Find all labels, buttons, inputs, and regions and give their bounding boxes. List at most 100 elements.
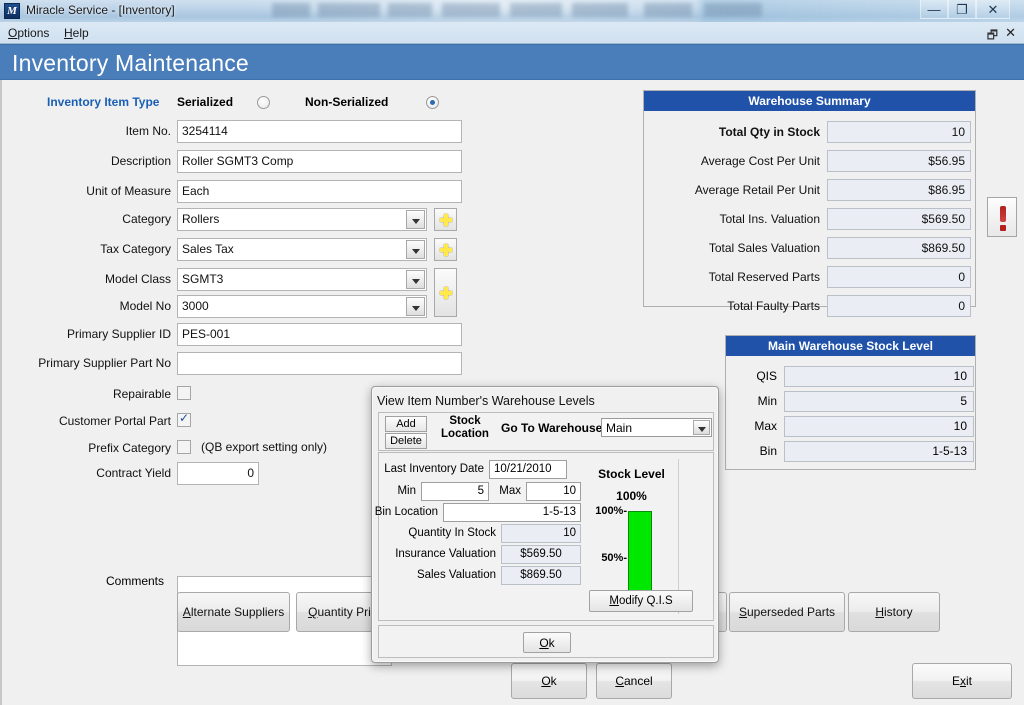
field-label: Description bbox=[110, 154, 171, 168]
checkbox-customer-portal-part[interactable] bbox=[177, 411, 191, 427]
field-label: Tax Category bbox=[100, 242, 171, 256]
field-label: Contract Yield bbox=[96, 466, 171, 480]
add-category-button[interactable] bbox=[434, 208, 457, 231]
mdi-close-icon[interactable]: ✕ bbox=[1005, 25, 1016, 41]
summary-row-reserved: Total Reserved Parts 0 bbox=[709, 266, 971, 289]
menu-bar: Options Help 🗗 ✕ bbox=[0, 22, 1024, 44]
dialog-ok-button[interactable]: Ok bbox=[523, 632, 571, 653]
tab-alternate-suppliers[interactable]: Alternate Suppliers bbox=[177, 592, 290, 632]
checkbox-repairable[interactable] bbox=[177, 386, 191, 400]
dialog-toolbar: Add Delete Stock Location Go To Warehous… bbox=[378, 412, 714, 451]
tab-superseded-parts[interactable]: Superseded Parts bbox=[729, 592, 845, 632]
summary-value: $56.95 bbox=[827, 150, 971, 172]
modal-label: Bin Location bbox=[374, 506, 438, 518]
radio-non-serialized[interactable] bbox=[426, 96, 439, 109]
modal-label: Last Inventory Date bbox=[384, 463, 484, 475]
delete-button[interactable]: Delete bbox=[385, 433, 427, 449]
modal-field-insurance-valuation: Insurance Valuation $569.50 bbox=[395, 545, 581, 565]
mw-row-qis: QIS 10 bbox=[756, 366, 974, 388]
mw-value: 10 bbox=[784, 366, 974, 387]
summary-row-faulty: Total Faulty Parts 0 bbox=[727, 295, 971, 318]
input-item-no[interactable]: 3254114 bbox=[177, 120, 462, 143]
combo-model-no[interactable]: 3000 bbox=[177, 295, 427, 318]
menu-item-options[interactable]: Options bbox=[8, 26, 49, 40]
input-contract-yield[interactable]: 0 bbox=[177, 462, 259, 485]
modal-input-max[interactable]: 10 bbox=[526, 482, 581, 501]
field-label: Prefix Category bbox=[88, 441, 171, 455]
exit-button[interactable]: Exit bbox=[912, 663, 1012, 699]
alert-button[interactable] bbox=[987, 197, 1017, 237]
summary-label: Average Cost Per Unit bbox=[700, 154, 820, 168]
mw-label: Bin bbox=[759, 444, 777, 458]
add-model-button[interactable] bbox=[434, 268, 457, 317]
field-item-no: Item No. 3254114 bbox=[126, 120, 462, 144]
chevron-down-icon[interactable] bbox=[406, 270, 425, 289]
summary-value: $86.95 bbox=[827, 179, 971, 201]
menu-item-help[interactable]: Help bbox=[64, 26, 89, 40]
combo-value: Rollers bbox=[182, 212, 220, 226]
summary-value: 10 bbox=[827, 121, 971, 143]
input-primary-supplier-id[interactable]: PES-001 bbox=[177, 323, 462, 346]
dialog-footer: Ok bbox=[378, 625, 714, 658]
window-title-bar: M Miracle Service - [Inventory] — ❐ ✕ bbox=[0, 0, 1024, 22]
main-warehouse-stock-level-panel: Main Warehouse Stock Level QIS 10 Min 5 … bbox=[725, 335, 976, 470]
modal-value-quantity-in-stock: 10 bbox=[501, 524, 581, 543]
field-label: Primary Supplier ID bbox=[66, 327, 171, 341]
tab-history[interactable]: History bbox=[848, 592, 940, 632]
inventory-item-type-row: Inventory Item Type Serialized Non-Seria… bbox=[2, 92, 622, 114]
plus-icon bbox=[439, 213, 453, 227]
modal-label: Max bbox=[499, 485, 521, 497]
maximize-button[interactable]: ❐ bbox=[948, 0, 976, 19]
combo-model-class[interactable]: SGMT3 bbox=[177, 268, 427, 291]
mw-label: Min bbox=[757, 394, 777, 408]
field-label: Model Class bbox=[104, 272, 171, 286]
combo-value: Main bbox=[606, 421, 633, 435]
warehouse-summary-title: Warehouse Summary bbox=[644, 91, 975, 111]
close-button[interactable]: ✕ bbox=[976, 0, 1010, 19]
input-unit-of-measure[interactable]: Each bbox=[177, 180, 462, 203]
combo-category[interactable]: Rollers bbox=[177, 208, 427, 231]
chevron-down-icon[interactable] bbox=[406, 297, 425, 316]
modify-qis-button[interactable]: Modify Q.I.S bbox=[589, 590, 693, 612]
mw-row-bin: Bin 1-5-13 bbox=[760, 441, 974, 463]
window-title: Miracle Service - [Inventory] bbox=[26, 3, 175, 17]
minimize-button[interactable]: — bbox=[920, 0, 948, 19]
mw-label: QIS bbox=[756, 369, 777, 383]
input-primary-supplier-part-no[interactable] bbox=[177, 352, 462, 375]
cancel-button[interactable]: Cancel bbox=[596, 663, 672, 699]
chevron-down-icon[interactable] bbox=[406, 210, 425, 229]
radio-serialized[interactable] bbox=[257, 96, 270, 109]
modal-label: Min bbox=[397, 485, 416, 497]
field-description: Description Roller SGMT3 Comp bbox=[111, 150, 462, 174]
add-button[interactable]: Add bbox=[385, 416, 427, 432]
modal-field-min: Min 5 bbox=[397, 482, 489, 502]
blurred-background-text bbox=[272, 3, 872, 17]
warehouse-summary-panel: Warehouse Summary Total Qty in Stock 10 … bbox=[643, 90, 976, 317]
modal-input-last-inventory-date[interactable]: 10/21/2010 bbox=[489, 460, 567, 479]
chevron-down-icon[interactable] bbox=[406, 240, 425, 259]
field-unit-of-measure: Unit of Measure Each bbox=[86, 180, 462, 204]
plus-icon bbox=[439, 286, 453, 300]
chevron-down-icon[interactable] bbox=[693, 420, 710, 435]
modal-input-min[interactable]: 5 bbox=[421, 482, 489, 501]
mw-label: Max bbox=[754, 419, 777, 433]
modal-label: Sales Valuation bbox=[416, 569, 496, 581]
combo-tax-category[interactable]: Sales Tax bbox=[177, 238, 427, 261]
input-description[interactable]: Roller SGMT3 Comp bbox=[177, 150, 462, 173]
app-logo-icon: M bbox=[4, 3, 20, 19]
modal-value-sales-valuation: $869.50 bbox=[501, 566, 581, 585]
modal-field-last-inventory-date: Last Inventory Date 10/21/2010 bbox=[384, 460, 567, 480]
summary-label: Total Ins. Valuation bbox=[719, 212, 820, 226]
field-model-class: Model Class SGMT3 bbox=[105, 268, 427, 292]
summary-label: Total Qty in Stock bbox=[718, 125, 820, 139]
checkbox-prefix-category[interactable] bbox=[177, 440, 191, 454]
combo-warehouse[interactable]: Main bbox=[601, 418, 712, 437]
summary-value: 0 bbox=[827, 266, 971, 288]
page-header: Inventory Maintenance bbox=[0, 44, 1024, 80]
modal-input-bin-location[interactable]: 1-5-13 bbox=[443, 503, 581, 522]
inventory-item-type-label: Inventory Item Type bbox=[47, 95, 160, 109]
go-to-warehouse-label: Go To Warehouse bbox=[501, 421, 603, 435]
ok-button[interactable]: Ok bbox=[511, 663, 587, 699]
field-label: Primary Supplier Part No bbox=[38, 356, 171, 370]
add-tax-category-button[interactable] bbox=[434, 238, 457, 261]
